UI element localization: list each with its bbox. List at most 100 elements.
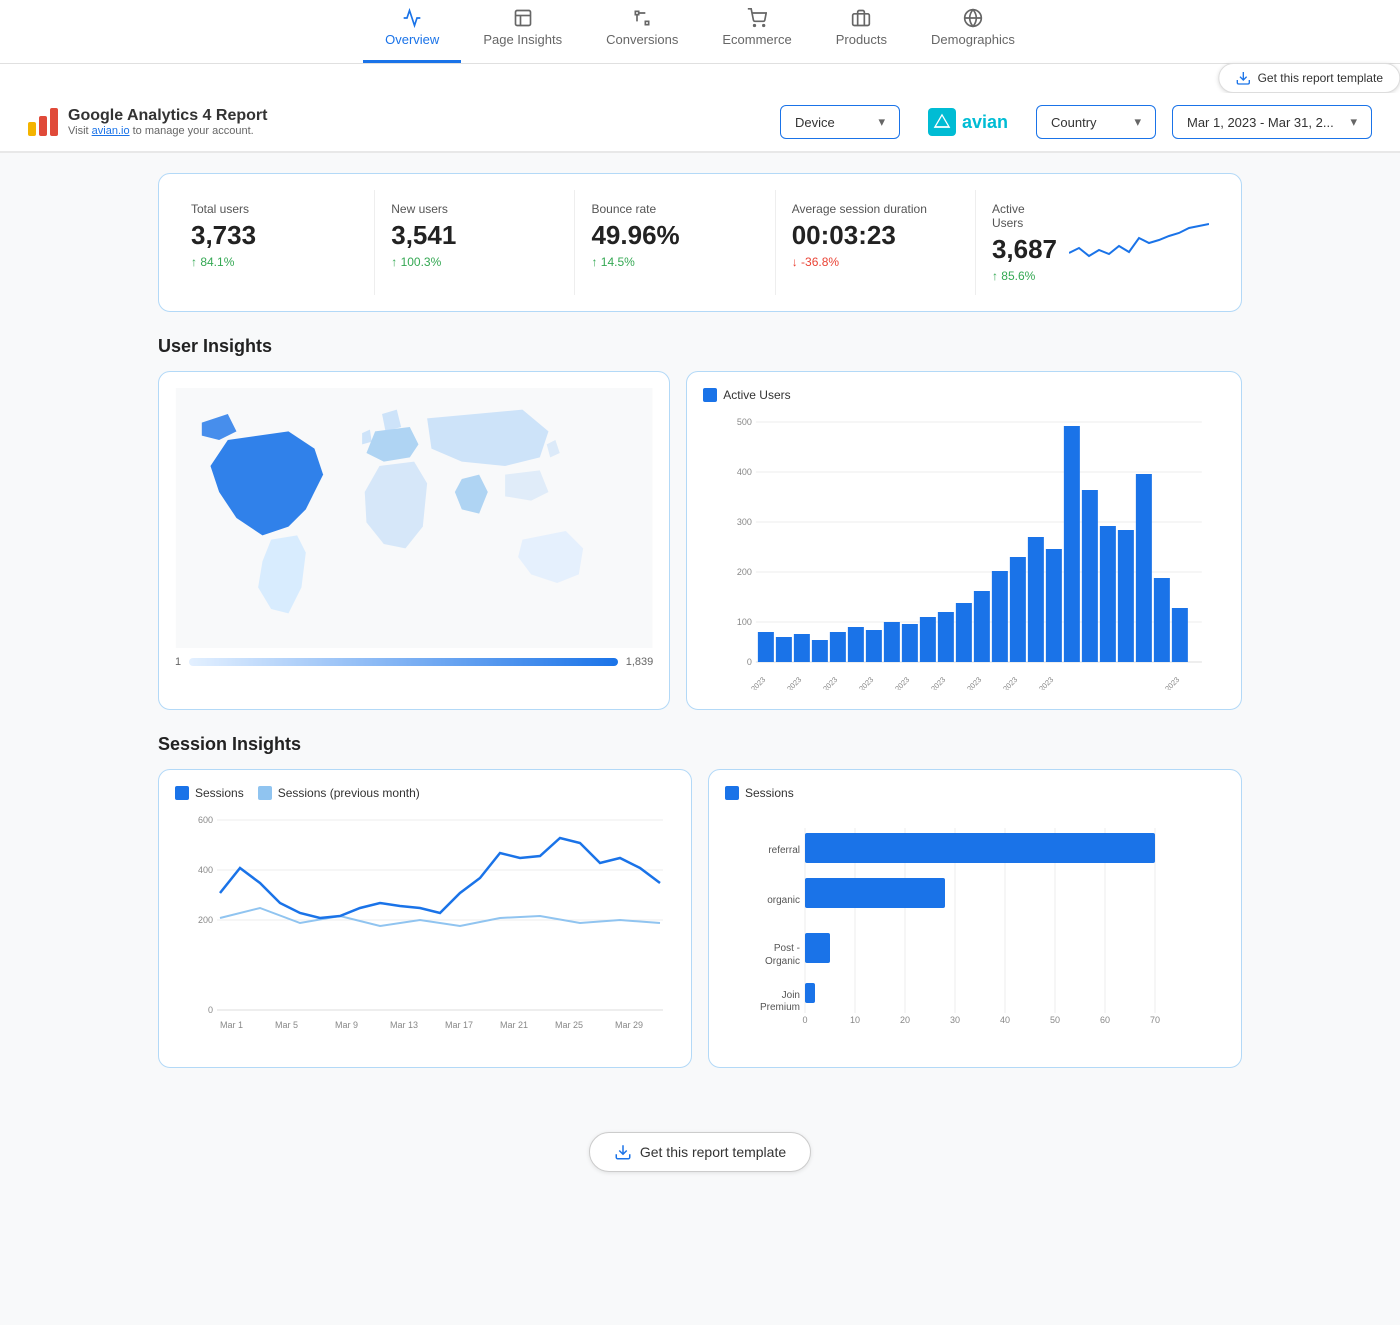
svg-text:Mar 29: Mar 29	[615, 1020, 643, 1030]
chevron-down-icon-3: ▾	[1350, 114, 1357, 130]
svg-text:Mar 25: Mar 25	[555, 1020, 583, 1030]
svg-text:500: 500	[737, 417, 752, 427]
svg-text:Mar 5: Mar 5	[275, 1020, 298, 1030]
session-insights-title: Session Insights	[158, 734, 1242, 755]
bounce-rate-card: Bounce rate 49.96% ↑ 14.5%	[574, 190, 762, 295]
svg-text:Mar 17: Mar 17	[445, 1020, 473, 1030]
report-title: Google Analytics 4 Report	[68, 107, 267, 125]
date-range-dropdown[interactable]: Mar 1, 2023 - Mar 31, 2... ▾	[1172, 105, 1372, 139]
active-users-sparkline	[1069, 218, 1209, 268]
sessions-line-chart-svg: 600 400 200 0 Mar 1 Mar 5 Mar 9 Mar 13 M…	[175, 808, 675, 1048]
avian-logo-icon	[928, 108, 956, 136]
svg-text:400: 400	[198, 865, 213, 875]
svg-text:Mar 15, 2023: Mar 15, 2023	[874, 675, 912, 690]
download-icon-bottom	[614, 1143, 632, 1161]
device-dropdown[interactable]: Device ▾	[780, 105, 900, 139]
active-users-change: ↑ 85.6%	[992, 269, 1057, 283]
nav-overview[interactable]: Overview	[363, 0, 461, 63]
nav-products[interactable]: Products	[814, 0, 909, 63]
svg-text:referral: referral	[768, 845, 800, 856]
user-insights-row: 1 1,839 Active Users 500 400 300 200 100…	[158, 371, 1242, 710]
svg-text:300: 300	[737, 517, 752, 527]
svg-text:70: 70	[1150, 1015, 1160, 1025]
map-legend: 1 1,839	[175, 656, 653, 668]
svg-text:Mar 31, 2023: Mar 31, 2023	[1144, 675, 1182, 690]
report-subtitle: Visit avian.io to manage your account.	[68, 125, 267, 137]
header: Google Analytics 4 Report Visit avian.io…	[0, 93, 1400, 152]
active-users-bar-chart: 500 400 300 200 100 0	[703, 410, 1225, 690]
metric-cards: Total users 3,733 ↑ 84.1% New users 3,54…	[158, 173, 1242, 312]
active-users-card: Active Users 3,687 ↑ 85.6%	[975, 190, 1225, 295]
svg-text:Organic: Organic	[765, 956, 800, 967]
svg-text:Mar 11, 2023: Mar 11, 2023	[838, 675, 875, 690]
get-template-bottom-button[interactable]: Get this report template	[589, 1132, 811, 1172]
nav-demographics[interactable]: Demographics	[909, 0, 1037, 63]
svg-text:0: 0	[802, 1015, 807, 1025]
svg-text:organic: organic	[767, 895, 800, 906]
logo-area: Google Analytics 4 Report Visit avian.io…	[28, 107, 764, 137]
avian-text: avian	[962, 112, 1008, 133]
nav-ecommerce[interactable]: Ecommerce	[700, 0, 813, 63]
svg-text:Mar 13: Mar 13	[390, 1020, 418, 1030]
svg-text:200: 200	[198, 915, 213, 925]
legend-sessions-prev	[258, 786, 272, 800]
chevron-down-icon: ▾	[878, 114, 885, 130]
svg-text:600: 600	[198, 815, 213, 825]
svg-text:Mar 27, 2023: Mar 27, 2023	[982, 675, 1020, 690]
avian-link[interactable]: avian.io	[92, 125, 130, 137]
svg-text:50: 50	[1050, 1015, 1060, 1025]
svg-text:Mar 23, 2023: Mar 23, 2023	[946, 675, 984, 690]
world-map-svg	[175, 388, 653, 648]
new-users-card: New users 3,541 ↑ 100.3%	[374, 190, 562, 295]
map-max-value: 1,839	[626, 656, 654, 668]
sessions-h-bar-chart: 0 10 20 30 40 50 60 70 referral organic	[725, 808, 1225, 1028]
legend-color-blue	[703, 388, 717, 402]
top-nav: Overview Page Insights Conversions Ecomm…	[0, 0, 1400, 64]
avian-logo: avian	[916, 108, 1020, 136]
sessions-line-legend: Sessions Sessions (previous month)	[175, 786, 675, 800]
ga-logo	[28, 108, 58, 136]
chevron-down-icon-2: ▾	[1134, 114, 1141, 130]
svg-text:Post -: Post -	[774, 943, 800, 954]
svg-text:Mar 9: Mar 9	[335, 1020, 358, 1030]
bottom-button-area: Get this report template	[0, 1112, 1400, 1202]
user-insights-title: User Insights	[158, 336, 1242, 357]
world-map	[175, 388, 653, 648]
active-users-legend: Active Users	[703, 388, 1225, 402]
map-legend-bar	[189, 658, 618, 666]
main-content: Total users 3,733 ↑ 84.1% New users 3,54…	[130, 153, 1270, 1112]
download-icon	[1236, 70, 1252, 86]
svg-text:Join: Join	[782, 990, 800, 1001]
country-dropdown[interactable]: Country ▾	[1036, 105, 1156, 139]
sessions-h-legend: Sessions	[725, 786, 1225, 800]
bounce-rate-change: ↑ 14.5%	[591, 255, 746, 269]
svg-text:10: 10	[850, 1015, 860, 1025]
avg-session-change: ↓ -36.8%	[792, 255, 947, 269]
svg-text:Mar 1: Mar 1	[220, 1020, 243, 1030]
svg-text:Premium: Premium	[760, 1002, 800, 1013]
nav-page-insights[interactable]: Page Insights	[461, 0, 584, 63]
avg-session-card: Average session duration 00:03:23 ↓ -36.…	[775, 190, 963, 295]
svg-text:40: 40	[1000, 1015, 1010, 1025]
total-users-change: ↑ 84.1%	[191, 255, 346, 269]
get-template-top-button[interactable]: Get this report template	[1219, 63, 1400, 93]
nav-conversions[interactable]: Conversions	[584, 0, 700, 63]
svg-text:Mar 29, 2023: Mar 29, 2023	[1018, 675, 1056, 690]
map-min-value: 1	[175, 656, 181, 668]
svg-text:30: 30	[950, 1015, 960, 1025]
svg-text:20: 20	[900, 1015, 910, 1025]
svg-text:100: 100	[737, 617, 752, 627]
svg-text:400: 400	[737, 467, 752, 477]
session-insights-row: Sessions Sessions (previous month) 600 4…	[158, 769, 1242, 1068]
svg-text:Mar 1, 2023: Mar 1, 2023	[733, 675, 768, 690]
legend-sessions-current	[175, 786, 189, 800]
svg-text:Mar 7, 2023: Mar 7, 2023	[805, 675, 840, 690]
new-users-change: ↑ 100.3%	[391, 255, 546, 269]
legend-sessions-h	[725, 786, 739, 800]
active-users-chart-panel: Active Users 500 400 300 200 100 0	[686, 371, 1242, 710]
svg-text:0: 0	[208, 1005, 213, 1015]
svg-text:Mar 19, 2023: Mar 19, 2023	[910, 675, 948, 690]
svg-text:200: 200	[737, 567, 752, 577]
svg-text:0: 0	[747, 657, 752, 667]
svg-text:60: 60	[1100, 1015, 1110, 1025]
